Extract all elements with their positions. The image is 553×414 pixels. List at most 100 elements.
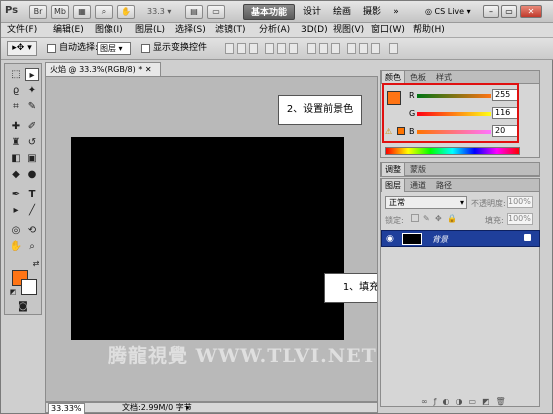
pen-tool-icon[interactable]: ✒	[9, 188, 23, 201]
hand-tool-icon[interactable]: ✋	[9, 240, 23, 253]
menu-edit[interactable]: 编辑(E)	[53, 24, 84, 37]
zoom-status[interactable]: 33.33%	[48, 403, 85, 414]
menu-3d[interactable]: 3D(D)	[301, 24, 328, 37]
auto-align-icon[interactable]	[389, 43, 398, 54]
tab-layers[interactable]: 图层	[381, 179, 405, 192]
align-hcenter-icon[interactable]	[277, 43, 286, 54]
layer-name[interactable]: 背景	[432, 234, 448, 245]
3d-rotate-tool-icon[interactable]: ◎	[9, 224, 23, 237]
photoshop-window: Ps Br Mb ▦ ⌕ ✋ 33.3 ▾ ▤ ▭ 基本功能 设计 绘画 摄影 …	[0, 0, 553, 414]
lock-position-icon[interactable]: ✥	[435, 214, 442, 223]
align-left-icon[interactable]	[265, 43, 274, 54]
maximize-button[interactable]: ▭	[501, 5, 517, 18]
minimize-button[interactable]: –	[483, 5, 499, 18]
line-tool-icon[interactable]: ╱	[25, 204, 39, 217]
healing-tool-icon[interactable]: ✚	[9, 120, 23, 133]
swap-colors-icon[interactable]: ⇄	[29, 257, 43, 270]
menu-help[interactable]: 帮助(H)	[413, 24, 445, 37]
tab-channels[interactable]: 通道	[407, 179, 429, 192]
menu-analysis[interactable]: 分析(A)	[259, 24, 290, 37]
align-top-icon[interactable]	[225, 43, 234, 54]
crop-tool-icon[interactable]: ⌗	[9, 100, 23, 113]
close-button[interactable]: ✕	[520, 5, 542, 18]
minibridge-icon[interactable]: Mb	[51, 5, 69, 19]
path-select-tool-icon[interactable]: ▸	[9, 204, 23, 217]
background-color-swatch[interactable]	[21, 279, 37, 295]
menu-view[interactable]: 视图(V)	[333, 24, 364, 37]
brush-tool-icon[interactable]: ✐	[25, 120, 39, 133]
options-bar: ▸✥ ▾ 自动选择: 图层 ▾ 显示变换控件	[1, 38, 553, 60]
blur-tool-icon[interactable]: ◆	[9, 168, 23, 181]
workspace-design-button[interactable]: 设计	[299, 4, 325, 20]
workspace-overflow-button[interactable]: »	[389, 4, 403, 20]
grid-icon[interactable]: ▦	[73, 5, 91, 19]
layers-panel: 图层 通道 路径 正常 ▾ 不透明度: 100% 锁定: ✎ ✥ 🔒 填充: 10…	[380, 178, 540, 407]
menu-image[interactable]: 图像(I)	[95, 24, 123, 37]
cs-live-button[interactable]: ◎ CS Live ▾	[425, 5, 471, 19]
stamp-tool-icon[interactable]: ♜	[9, 136, 23, 149]
tab-masks[interactable]: 蒙版	[407, 163, 429, 176]
ps-logo: Ps	[5, 5, 19, 16]
align-bottom-icon[interactable]	[249, 43, 258, 54]
zoom-tool-icon[interactable]: ⌕	[95, 5, 113, 19]
3d-orbit-tool-icon[interactable]: ⟲	[25, 224, 39, 237]
distribute-top-icon[interactable]	[307, 43, 316, 54]
menu-select[interactable]: 选择(S)	[175, 24, 206, 37]
menu-window[interactable]: 窗口(W)	[371, 24, 405, 37]
auto-select-checkbox[interactable]	[47, 44, 56, 53]
black-canvas[interactable]	[71, 137, 344, 340]
tab-adjustments[interactable]: 调整	[381, 163, 405, 176]
eye-icon[interactable]: ◉	[386, 234, 394, 244]
bridge-icon[interactable]: Br	[29, 5, 47, 19]
auto-select-dropdown[interactable]: 图层 ▾	[97, 42, 131, 55]
move-tool-icon[interactable]: ▸	[25, 68, 39, 81]
lock-label: 锁定:	[385, 216, 404, 225]
layer-row-background[interactable]: ◉ 背景	[381, 230, 540, 247]
gradient-tool-icon[interactable]: ▣	[25, 152, 39, 165]
type-tool-icon[interactable]: T	[25, 188, 39, 201]
fill-input[interactable]: 100%	[507, 213, 533, 225]
menu-filter[interactable]: 滤镜(T)	[215, 24, 246, 37]
zoom-level-select[interactable]: 33.3 ▾	[147, 5, 181, 19]
dodge-tool-icon[interactable]: ●	[25, 168, 39, 181]
quick-select-tool-icon[interactable]: ✦	[25, 84, 39, 97]
workspace-essentials-button[interactable]: 基本功能	[243, 4, 295, 20]
lasso-tool-icon[interactable]: ϱ	[9, 84, 23, 97]
tab-paths[interactable]: 路径	[433, 179, 455, 192]
zoom-tool-icon[interactable]: ⌕	[25, 240, 39, 253]
menu-layer[interactable]: 图层(L)	[135, 24, 165, 37]
history-brush-icon[interactable]: ↺	[25, 136, 39, 149]
distribute-hcenter-icon[interactable]	[359, 43, 368, 54]
eraser-tool-icon[interactable]: ◧	[9, 152, 23, 165]
marquee-tool-icon[interactable]: ⬚	[9, 68, 23, 81]
eyedropper-tool-icon[interactable]: ✎	[25, 100, 39, 113]
align-right-icon[interactable]	[289, 43, 298, 54]
tool-preset-picker[interactable]: ▸✥ ▾	[7, 41, 37, 56]
show-transform-checkbox[interactable]	[141, 44, 150, 53]
distribute-bottom-icon[interactable]	[331, 43, 340, 54]
blend-mode-select[interactable]: 正常 ▾	[385, 196, 467, 209]
document-tab[interactable]: 火焰 @ 33.3%(RGB/8) * ✕	[45, 62, 161, 76]
opacity-input[interactable]: 100%	[507, 196, 533, 208]
menu-file[interactable]: 文件(F)	[7, 24, 37, 37]
document-canvas-area[interactable]: 2、设置前景色 1、填充黑色 腾龍視覺 WWW.TLVI.NET	[45, 76, 378, 402]
arrange-icon[interactable]: ▤	[185, 5, 203, 19]
color-spectrum[interactable]	[385, 147, 520, 155]
opacity-label: 不透明度:	[471, 199, 506, 208]
screen-mode-icon[interactable]: ▭	[207, 5, 225, 19]
close-tab-icon[interactable]: ✕	[145, 65, 152, 74]
default-colors-icon[interactable]: ◩	[6, 286, 20, 299]
workspace-painting-button[interactable]: 绘画	[329, 4, 355, 20]
lock-transparent-icon[interactable]	[411, 214, 419, 222]
hand-icon[interactable]: ✋	[117, 5, 135, 19]
quick-mask-icon[interactable]: ◙	[16, 300, 30, 313]
lock-pixels-icon[interactable]: ✎	[423, 214, 430, 223]
status-arrow-icon[interactable]: ▸	[186, 403, 190, 413]
distribute-right-icon[interactable]	[371, 43, 380, 54]
workspace-photography-button[interactable]: 摄影	[359, 4, 385, 20]
auto-select-label: 自动选择:	[59, 43, 99, 53]
lock-all-icon[interactable]: 🔒	[447, 214, 457, 223]
align-vcenter-icon[interactable]	[237, 43, 246, 54]
distribute-left-icon[interactable]	[347, 43, 356, 54]
distribute-vcenter-icon[interactable]	[319, 43, 328, 54]
